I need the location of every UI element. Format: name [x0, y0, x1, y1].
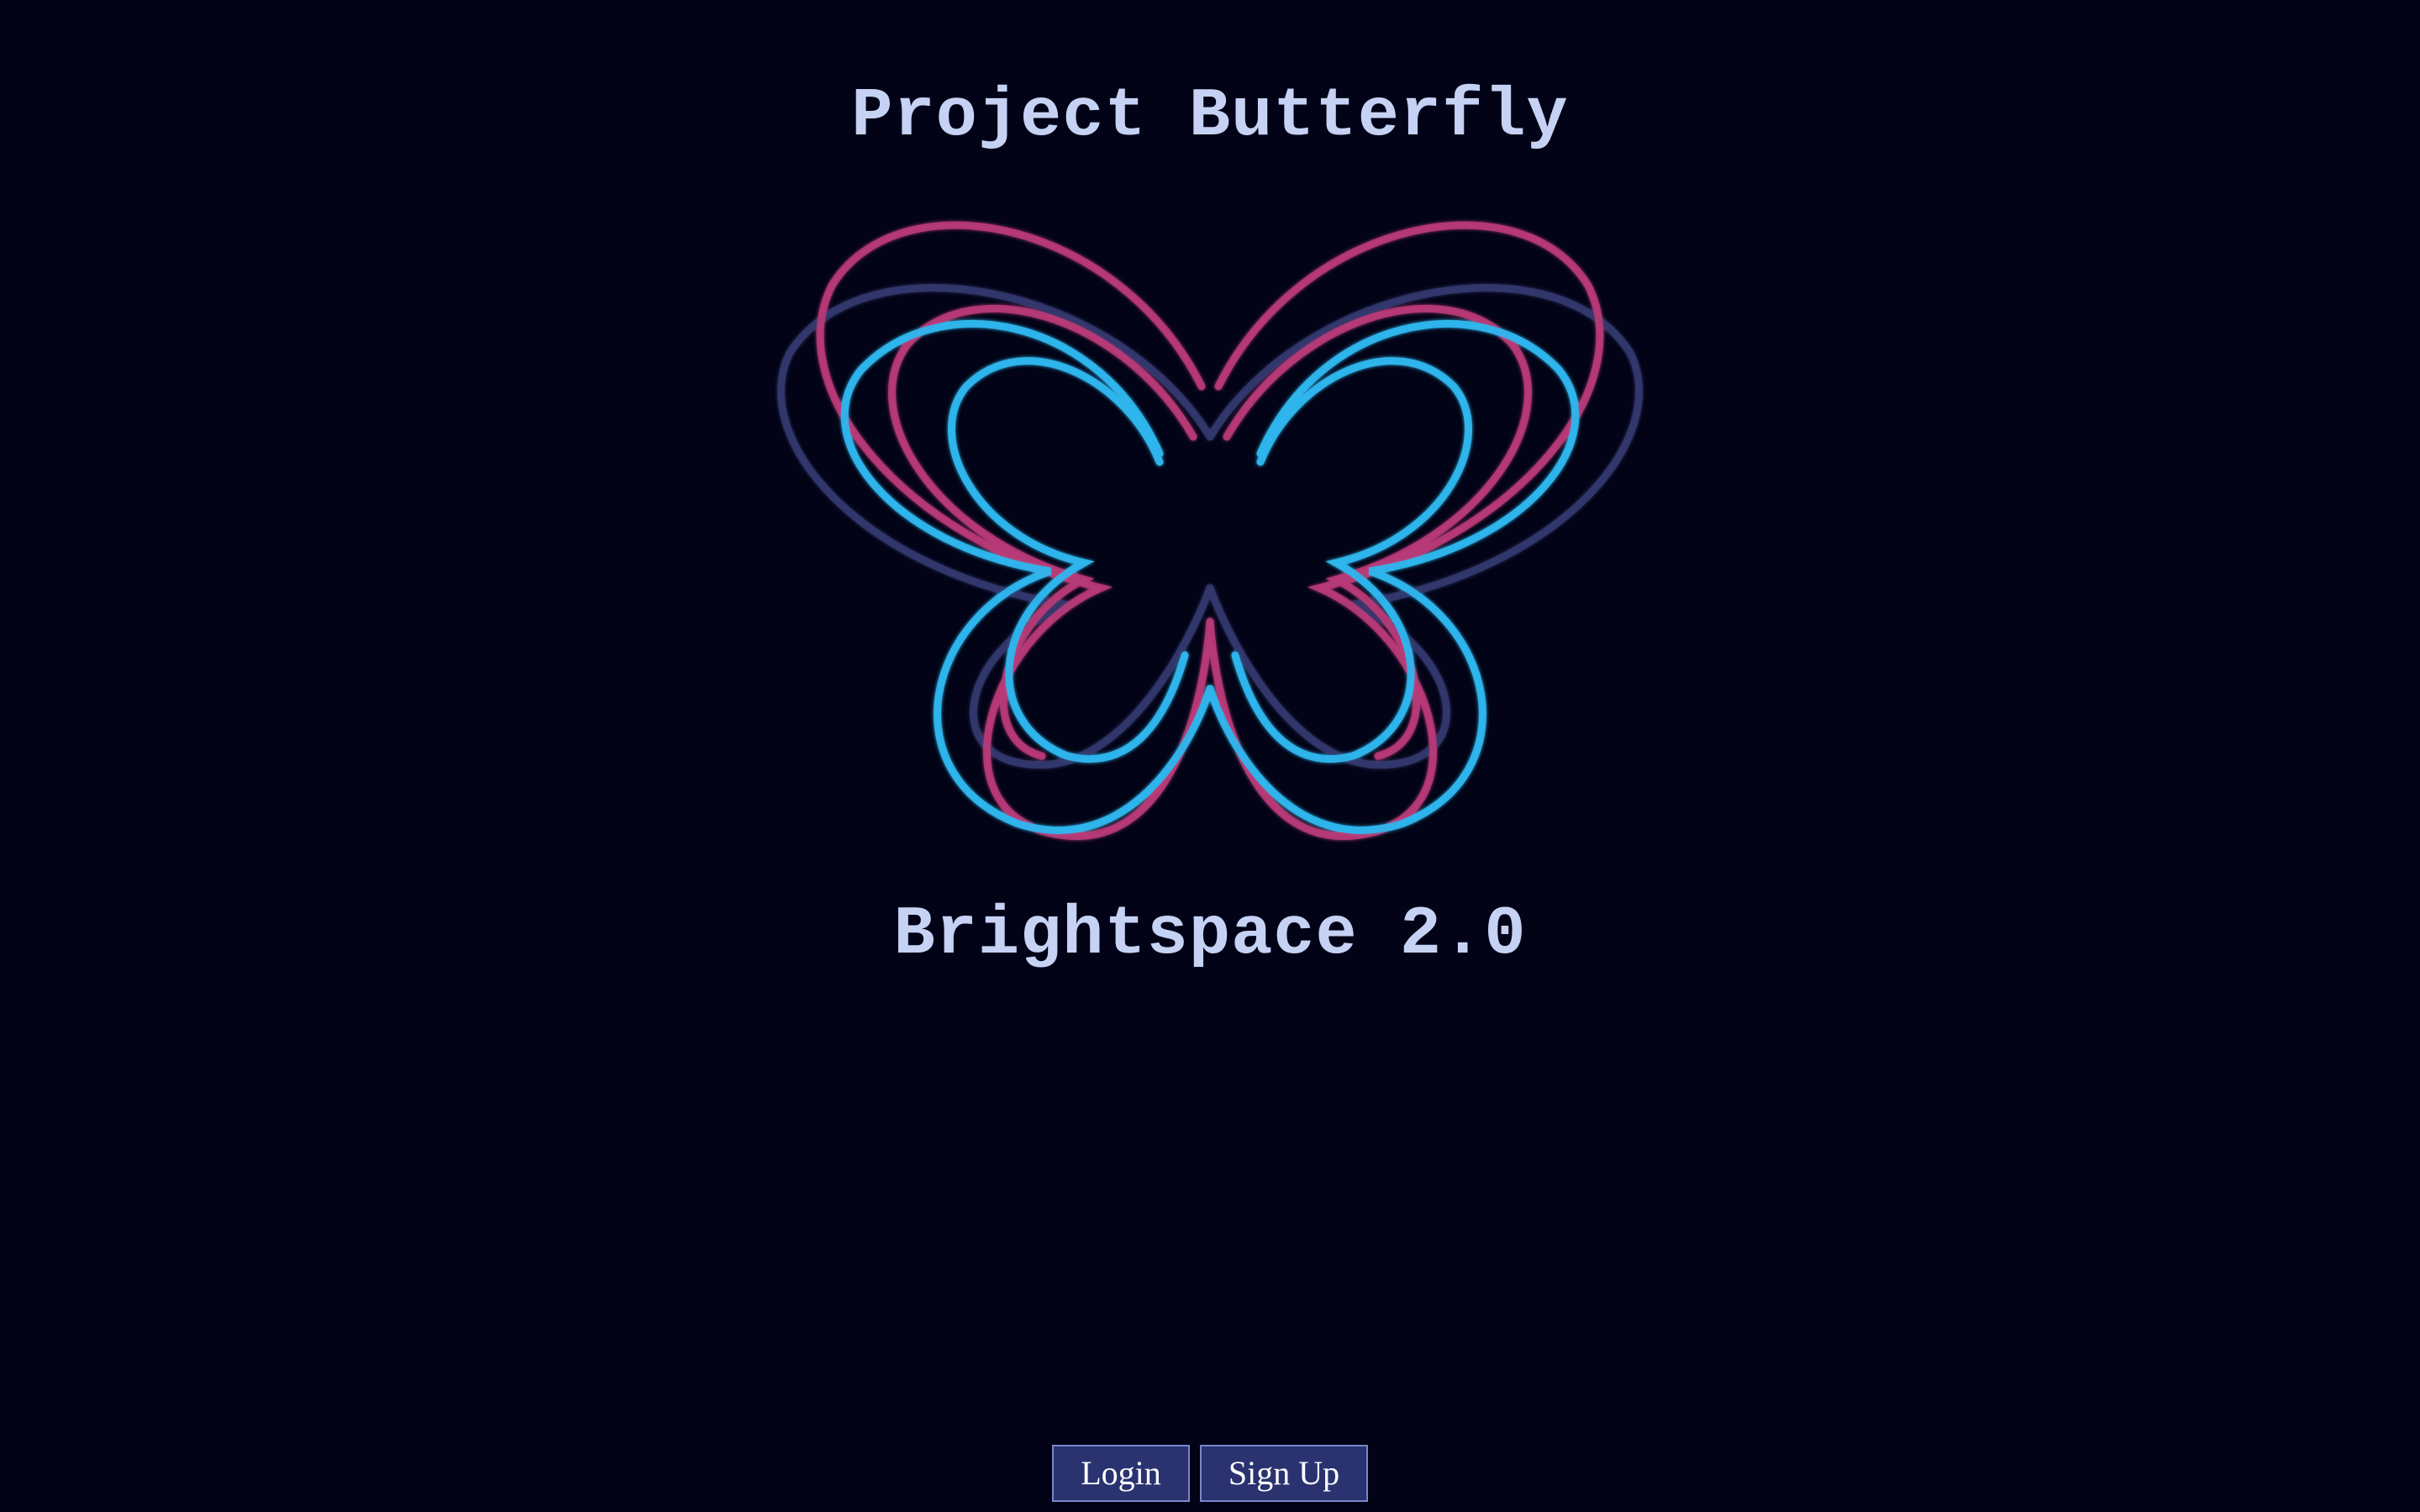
- page-title: Project Butterfly: [851, 77, 1569, 155]
- signup-button[interactable]: Sign Up: [1200, 1445, 1368, 1502]
- product-name: Brightspace 2.0: [893, 895, 1527, 974]
- butterfly-logo-icon: [765, 185, 1655, 874]
- login-button[interactable]: Login: [1052, 1445, 1190, 1502]
- auth-actions: Login Sign Up: [0, 1445, 2420, 1502]
